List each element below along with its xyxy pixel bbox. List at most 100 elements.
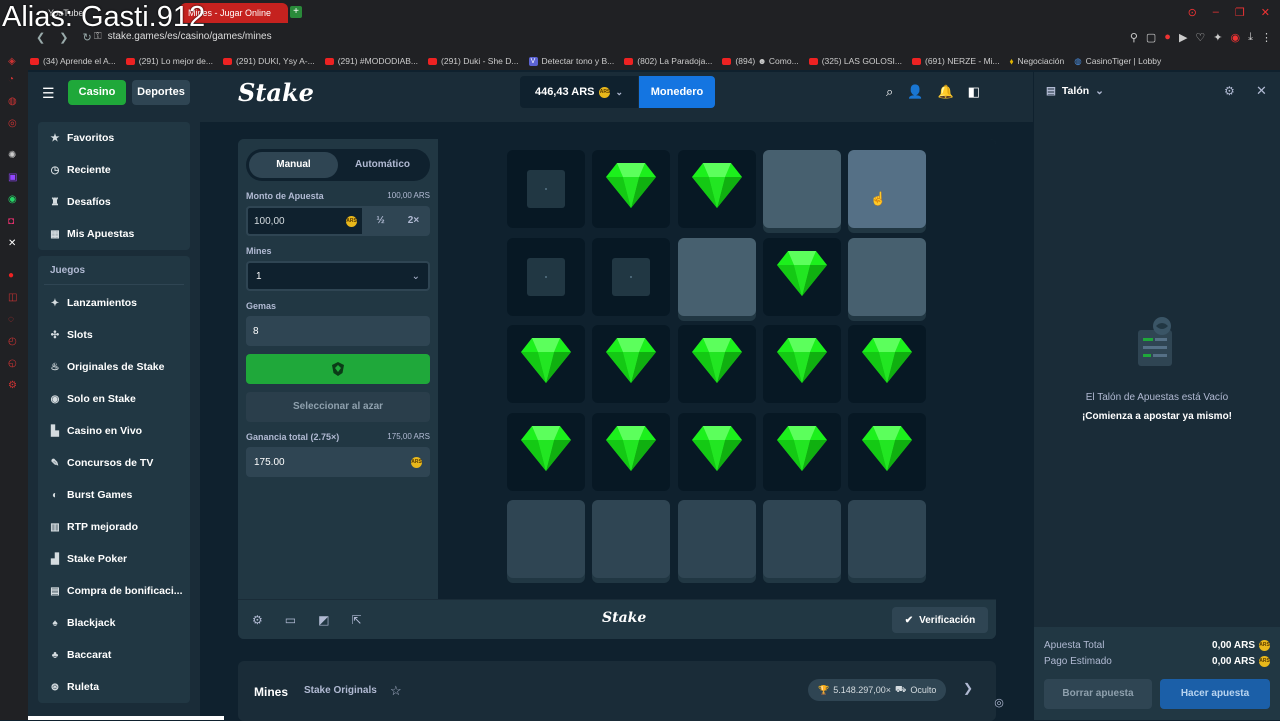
instagram-icon[interactable]: ◘ [8, 216, 14, 227]
bell-icon[interactable]: 🔔 [937, 84, 953, 100]
tile-hover2[interactable] [848, 237, 927, 316]
screenshot-icon[interactable]: ▢ [1146, 31, 1156, 44]
tab-auto[interactable]: Automático [338, 152, 427, 178]
sidebar-item-rtp-mejorado[interactable]: ▥ RTP mejorado [38, 511, 190, 543]
maximize-icon[interactable]: ❐ [1235, 6, 1245, 19]
chatgpt-icon[interactable]: ✺ [8, 150, 16, 161]
popout-icon[interactable]: ⇱ [351, 613, 361, 627]
betslip-toggle-icon[interactable]: ◧ [968, 84, 980, 100]
puzzle-icon[interactable]: ✦ [1213, 31, 1222, 44]
bet-amount-input[interactable]: 100,00 ARS [246, 206, 364, 236]
sidebar-item-compra-de-bonificaci[interactable]: ▤ Compra de bonificaci... [38, 575, 190, 607]
gear-icon[interactable]: ⚙ [1224, 84, 1235, 98]
stats-icon[interactable]: ◩ [318, 613, 329, 627]
sidebar-item-slots[interactable]: ✣ Slots [38, 319, 190, 351]
bookmark-item[interactable]: (325) LAS GOLOSI... [808, 56, 902, 66]
sidebar-item-blackjack[interactable]: ♠ Blackjack [38, 607, 190, 639]
place-bet-button[interactable]: Hacer apuesta [1160, 679, 1270, 709]
x-icon[interactable]: ✕ [8, 238, 16, 249]
record-icon[interactable]: ● [1164, 31, 1171, 44]
sports-button[interactable]: Deportes [132, 80, 190, 105]
tile-hidden[interactable] [507, 500, 585, 578]
bookmark-item[interactable]: (291) #MODODIAB... [324, 56, 418, 66]
betslip-title-row[interactable]: ▤ Talón ⌄ [1046, 85, 1104, 97]
ext-icon[interactable]: ◍ [8, 96, 17, 107]
bookmark-item[interactable]: (291) DUKI, Ysy A-... [222, 56, 315, 66]
mines-select[interactable]: 1 ⌄ [246, 261, 430, 291]
random-pick-button[interactable]: Seleccionar al azar [246, 392, 430, 422]
sidebar-item-baccarat[interactable]: ♣ Baccarat [38, 639, 190, 671]
heart-icon[interactable]: ♡ [1195, 31, 1205, 44]
sidebar-item-favoritos[interactable]: ★ Favoritos [38, 122, 190, 154]
ext-icon[interactable]: ◵ [8, 358, 17, 369]
user-icon[interactable]: 👤 [907, 84, 923, 100]
tile-hidden[interactable] [848, 500, 927, 578]
whatsapp-icon[interactable]: ◉ [8, 194, 17, 205]
double-bet-button[interactable]: 2× [397, 206, 430, 236]
balance-selector[interactable]: 446,43 ARS ARS ⌄ [520, 76, 638, 108]
sidebar-item-solo-en-stake[interactable]: ◉ Solo en Stake [38, 383, 190, 415]
support-headset-icon[interactable]: ◎ [988, 692, 1010, 714]
sidebar-item-desafíos[interactable]: ♜ Desafíos [38, 186, 190, 218]
sidebar-item-mis-apuestas[interactable]: ▦ Mis Apuestas [38, 218, 190, 250]
sidebar-item-ruleta[interactable]: ⊛ Ruleta [38, 671, 190, 703]
ext-icon[interactable]: ◴ [8, 336, 17, 347]
close-window-icon[interactable]: ✕ [1261, 6, 1270, 19]
tile-hidden[interactable] [677, 500, 756, 578]
sidebar-item-stake-poker[interactable]: ▟ Stake Poker [38, 543, 190, 575]
sidebar-item-lanzamientos[interactable]: ✦ Lanzamientos [38, 287, 190, 319]
bookmark-item[interactable]: (291) Duki - She D... [428, 56, 519, 66]
tile-hover2[interactable] [677, 237, 756, 316]
profile-icon[interactable]: ◉ [1231, 31, 1241, 44]
sidebar-item-reciente[interactable]: ◷ Reciente [38, 154, 190, 186]
wallet-button[interactable]: Monedero [639, 76, 715, 108]
bookmark-item[interactable]: (691) NERZE - Mi... [912, 56, 1000, 66]
bookmark-item[interactable]: V Detectar tono y B... [528, 56, 614, 66]
favorite-star-icon[interactable]: ☆ [390, 683, 402, 699]
tile-hover2[interactable] [762, 150, 841, 228]
ext-icon[interactable]: ◔ [8, 74, 14, 85]
stake-logo[interactable]: Stake [238, 78, 314, 107]
search-tabs-icon[interactable]: ⊙ [1188, 6, 1197, 19]
chevron-right-icon[interactable]: ❯ [963, 681, 973, 695]
play-icon[interactable]: ▶ [1179, 31, 1187, 44]
settings-icon[interactable]: ⚙ [252, 613, 263, 627]
search-icon[interactable]: ⌕ [886, 84, 893, 100]
casino-button[interactable]: Casino [68, 80, 126, 105]
cashout-button[interactable] [246, 354, 430, 384]
bookmark-item[interactable]: ⬧ Negociación [1010, 56, 1065, 67]
ext-icon[interactable]: ⚙ [8, 380, 17, 391]
tile-hidden[interactable] [762, 500, 841, 578]
half-bet-button[interactable]: ½ [364, 206, 397, 236]
bookmark-item[interactable]: (34) Aprende el A... [30, 56, 116, 66]
sidebar-item-originales-de-stake[interactable]: ♨ Originales de Stake [38, 351, 190, 383]
tile-hover[interactable] [848, 150, 927, 228]
menu-dots-icon[interactable]: ⋮ [1261, 31, 1272, 44]
ext-icon[interactable]: ◈ [8, 56, 16, 67]
minimize-icon[interactable]: – [1213, 6, 1219, 19]
pin-icon[interactable]: ⚲ [1130, 31, 1138, 44]
sidebar-item-burst-games[interactable]: ◐ Burst Games [38, 479, 190, 511]
close-icon[interactable]: ✕ [1256, 83, 1267, 99]
ext-icon[interactable]: ● [8, 270, 14, 281]
sidebar-item-casino-en-vivo[interactable]: ▙ Casino en Vivo [38, 415, 190, 447]
fairness-button[interactable]: ✔ Verificación [892, 607, 988, 633]
horizontal-scrollbar[interactable] [28, 716, 224, 720]
clear-bet-button[interactable]: Borrar apuesta [1044, 679, 1152, 709]
ext-icon[interactable]: ◎ [8, 118, 17, 129]
twitch-icon[interactable]: ▣ [8, 172, 17, 183]
theatre-mode-icon[interactable]: ▭ [285, 613, 296, 627]
game-provider[interactable]: Stake Originals [304, 685, 377, 696]
sidebar-item-concursos-de-tv[interactable]: ✎ Concursos de TV [38, 447, 190, 479]
bookmark-item[interactable]: (802) La Paradoja... [624, 56, 712, 66]
tile-hidden[interactable] [592, 500, 671, 578]
bookmark-item[interactable]: (291) Lo mejor de... [125, 56, 213, 66]
tab-manual[interactable]: Manual [249, 152, 338, 178]
download-icon[interactable]: ⤓ [1248, 31, 1253, 44]
max-win-badge[interactable]: 🏆 5.148.297,00× ⛟ Oculto [808, 679, 947, 701]
ext-icon[interactable]: ◫ [8, 292, 17, 303]
bookmark-item[interactable]: (894) ☻ Como... [722, 56, 799, 66]
menu-icon[interactable]: ☰ [42, 85, 55, 102]
bookmark-item[interactable]: ◍ CasinoTiger | Lobby [1074, 56, 1161, 67]
ext-icon[interactable]: ◌ [8, 314, 14, 325]
